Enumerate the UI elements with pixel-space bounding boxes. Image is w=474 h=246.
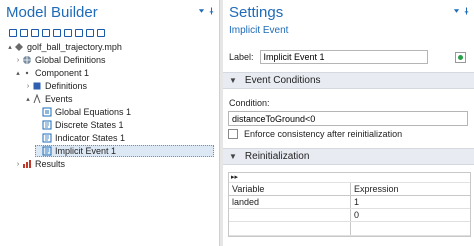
tree-item-label: Indicator States 1 (55, 133, 126, 143)
tree-item-label: Implicit Event 1 (55, 146, 117, 156)
label-field[interactable] (259, 50, 428, 64)
tree-item-label: Component 1 (35, 68, 90, 78)
collapse-triangle-icon[interactable]: ▼ (229, 152, 237, 161)
events-icon (33, 94, 41, 104)
label-row: Label: (229, 50, 428, 64)
definitions-icon (33, 82, 41, 90)
label-caption: Label: (229, 52, 254, 62)
tree-item-component-1[interactable]: ▴ Component 1 (14, 67, 89, 79)
expand-arrow-icon[interactable]: › (24, 83, 32, 90)
implicit-event-icon (42, 146, 52, 156)
tree-item-indicator-states-1[interactable]: Indicator States 1 (42, 132, 125, 144)
collapse-icon[interactable] (64, 29, 72, 37)
collapse-arrow-icon[interactable]: ▴ (14, 69, 22, 77)
tree-item-label: Discrete States 1 (55, 120, 124, 130)
tree-item-definitions[interactable]: › Definitions (24, 80, 87, 92)
label-action-icon[interactable] (455, 52, 466, 63)
tree-item-label: golf_ball_trajectory.mph (27, 42, 122, 52)
section-title: Event Conditions (244, 75, 321, 86)
settings-subtitle: Implicit Event (229, 25, 289, 36)
enforce-consistency-label: Enforce consistency after reinitializati… (244, 129, 403, 139)
model-builder-header: Model Builder (0, 0, 219, 27)
enforce-consistency-row[interactable]: Enforce consistency after reinitializati… (228, 129, 402, 139)
table-cell-expression[interactable]: 0 (351, 209, 470, 221)
table-row[interactable]: 0 (229, 209, 470, 222)
global-equations-icon (42, 107, 52, 117)
table-expand-icon[interactable]: ▸▸ (229, 173, 470, 183)
table-cell-expression[interactable]: 1 (351, 196, 470, 208)
tree-item-discrete-states-1[interactable]: Discrete States 1 (42, 119, 124, 131)
model-builder-panel: Model Builder ▴ golf_ball_trajectory.mph… (0, 0, 219, 246)
table-row-empty[interactable] (229, 222, 470, 236)
tree-item-global-equations-1[interactable]: Global Equations 1 (42, 106, 131, 118)
indicator-states-icon (42, 133, 52, 143)
table-cell-variable[interactable] (229, 209, 351, 221)
expand-arrow-icon[interactable]: › (14, 161, 22, 168)
table-cell-variable[interactable]: landed (229, 196, 351, 208)
tree-item-global-definitions[interactable]: › Global Definitions (14, 54, 106, 66)
global-definitions-icon (23, 56, 31, 64)
tree-item-implicit-event-1[interactable]: Implicit Event 1 (35, 145, 214, 157)
tree-item-root[interactable]: ▴ golf_ball_trajectory.mph (6, 41, 122, 53)
discrete-states-icon (42, 120, 52, 130)
settings-title: Settings (229, 4, 284, 21)
results-icon (23, 160, 31, 168)
table-header-row: Variable Expression (229, 183, 470, 196)
forward-icon[interactable] (20, 29, 28, 37)
column-header-expression[interactable]: Expression (351, 183, 470, 195)
move-up-icon[interactable] (31, 29, 39, 37)
filter-icon[interactable] (97, 29, 105, 37)
collapse-triangle-icon[interactable]: ▼ (229, 76, 237, 85)
enforce-consistency-checkbox[interactable] (228, 129, 238, 139)
column-header-variable[interactable]: Variable (229, 183, 351, 195)
table-row[interactable]: landed 1 (229, 196, 470, 209)
expand-arrow-icon[interactable]: › (14, 57, 22, 64)
view-menu-icon[interactable] (453, 7, 460, 15)
expand-icon[interactable] (75, 29, 83, 37)
view-menu-icon[interactable] (198, 7, 205, 15)
sort-icon[interactable] (86, 29, 94, 37)
settings-panel: Settings Implicit Event Label: ▼ Event C… (223, 0, 474, 246)
tree-item-label: Events (45, 94, 73, 104)
condition-field[interactable] (228, 111, 468, 126)
condition-caption: Condition: (229, 98, 270, 108)
show-icon[interactable] (53, 29, 61, 37)
back-icon[interactable] (9, 29, 17, 37)
model-builder-title: Model Builder (6, 4, 98, 21)
collapse-arrow-icon[interactable]: ▴ (6, 43, 14, 51)
tree-item-events[interactable]: ▴ Events (24, 93, 73, 105)
component-icon (25, 71, 29, 75)
event-conditions-section[interactable]: ▼ Event Conditions (223, 72, 474, 89)
collapse-arrow-icon[interactable]: ▴ (24, 95, 32, 103)
model-builder-toolbar (9, 29, 105, 37)
move-down-icon[interactable] (42, 29, 50, 37)
reinitialization-table: ▸▸ Variable Expression landed 1 0 (228, 172, 471, 237)
tree-item-label: Definitions (45, 81, 88, 91)
pin-icon[interactable] (463, 7, 470, 15)
tree-item-label: Results (35, 159, 66, 169)
tree-item-label: Global Equations 1 (55, 107, 132, 117)
root-model-icon (15, 43, 23, 51)
reinitialization-section[interactable]: ▼ Reinitialization (223, 148, 474, 165)
tree-item-label: Global Definitions (35, 55, 106, 65)
tree-item-results[interactable]: › Results (14, 158, 65, 170)
section-title: Reinitialization (244, 151, 310, 162)
pin-icon[interactable] (208, 7, 215, 15)
